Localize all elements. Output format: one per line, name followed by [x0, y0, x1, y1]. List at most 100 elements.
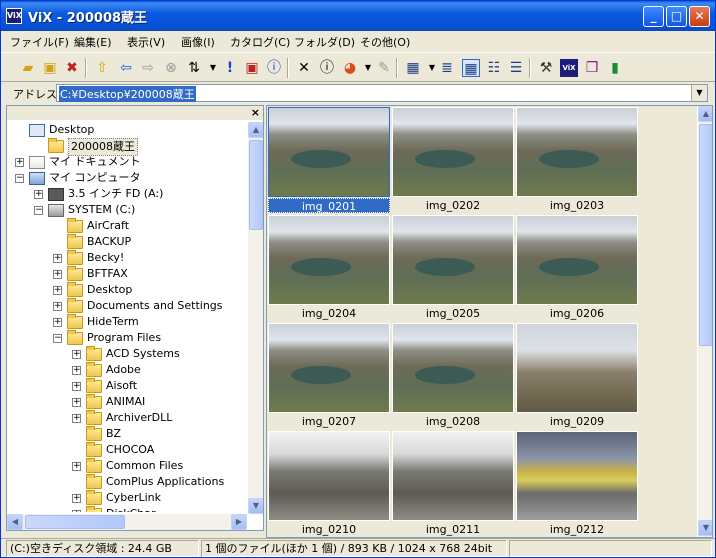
- delete-folder-icon[interactable]: ✖: [63, 59, 81, 77]
- stop-icon[interactable]: ⊗: [162, 59, 180, 77]
- close-button[interactable]: ✕: [689, 6, 710, 27]
- tree-item[interactable]: + ANIMAI: [7, 394, 247, 410]
- list-icon[interactable]: ≣: [438, 59, 456, 77]
- app-icon[interactable]: ViX: [6, 8, 22, 24]
- color-icon[interactable]: ◕: [341, 59, 359, 77]
- tree-item[interactable]: + Becky!: [7, 250, 247, 266]
- menu-other[interactable]: その他(O): [360, 34, 410, 50]
- new-folder-icon[interactable]: ▣: [41, 59, 59, 77]
- scroll-right-icon[interactable]: ▶: [231, 514, 247, 530]
- tree-item[interactable]: + マイ ドキュメント: [7, 154, 247, 170]
- tree-item[interactable]: + Documents and Settings: [7, 298, 247, 314]
- tree-vertical-scrollbar[interactable]: ▲ ▼: [247, 122, 263, 514]
- maximize-button[interactable]: □: [666, 6, 687, 27]
- tree-item[interactable]: ComPlus Applications: [7, 474, 247, 490]
- collapse-icon[interactable]: −: [15, 174, 24, 183]
- open-folder-icon[interactable]: ▰: [19, 59, 37, 77]
- thumbnail[interactable]: img_0210: [268, 431, 390, 537]
- address-dropdown-icon[interactable]: ▼: [691, 85, 707, 101]
- thumbnail[interactable]: img_0211: [392, 431, 514, 537]
- expand-icon[interactable]: +: [72, 350, 81, 359]
- tree-item[interactable]: + DiskChar: [7, 506, 247, 512]
- expand-icon[interactable]: +: [72, 414, 81, 423]
- vix-icon[interactable]: ViX: [560, 59, 578, 77]
- tree-item[interactable]: +3.5 インチ FD (A:): [7, 186, 247, 202]
- sort-dropdown-icon[interactable]: ▼: [204, 59, 222, 77]
- scroll-thumb[interactable]: [249, 140, 263, 230]
- tree-item[interactable]: + Common Files: [7, 458, 247, 474]
- thumbnail[interactable]: img_0201: [268, 107, 390, 213]
- tree-item[interactable]: − マイ コンピュータ: [7, 170, 247, 186]
- collapse-icon[interactable]: −: [53, 334, 62, 343]
- expand-icon[interactable]: +: [53, 302, 62, 311]
- expand-icon[interactable]: +: [34, 190, 43, 199]
- expand-icon[interactable]: +: [72, 462, 81, 471]
- thumbnail-vertical-scrollbar[interactable]: ▲ ▼: [697, 106, 712, 537]
- thumbnail-image[interactable]: [516, 107, 638, 197]
- sort-icon[interactable]: ⇅: [185, 59, 203, 77]
- address-field[interactable]: C:¥Desktop¥200008蔵王 ▼: [56, 84, 708, 102]
- tree-item[interactable]: − Program Files: [7, 330, 247, 346]
- tree-item[interactable]: BACKUP: [7, 234, 247, 250]
- back-arrow-icon[interactable]: ⇦: [117, 59, 135, 77]
- delete-icon[interactable]: ✕: [295, 59, 313, 77]
- menu-view[interactable]: 表示(V): [127, 34, 165, 50]
- expand-icon[interactable]: +: [72, 382, 81, 391]
- thumbnail-image[interactable]: [268, 215, 390, 305]
- tree-item[interactable]: + ACD Systems: [7, 346, 247, 362]
- thumbnail[interactable]: img_0202: [392, 107, 514, 213]
- menu-file[interactable]: ファイル(F): [10, 34, 69, 50]
- expand-icon[interactable]: +: [72, 494, 81, 503]
- thumbnail-image[interactable]: [392, 431, 514, 521]
- filmstrip-icon[interactable]: ☰: [507, 59, 525, 77]
- expand-icon[interactable]: +: [53, 318, 62, 327]
- large-thumbnails-icon[interactable]: ▦: [462, 59, 480, 77]
- thumbnail-image[interactable]: [516, 431, 638, 521]
- hammer-icon[interactable]: ⚒: [537, 59, 555, 77]
- tree-item[interactable]: − SYSTEM (C:): [7, 202, 247, 218]
- tree-item[interactable]: 200008蔵王: [7, 138, 247, 156]
- tool-icon[interactable]: ✎: [375, 59, 393, 77]
- scroll-thumb[interactable]: [25, 515, 125, 529]
- tree-item[interactable]: AirCraft: [7, 218, 247, 234]
- scroll-up-icon[interactable]: ▲: [698, 106, 712, 122]
- info-icon[interactable]: ⓘ: [265, 59, 283, 77]
- thumbnail[interactable]: img_0204: [268, 215, 390, 321]
- slideshow-icon[interactable]: ▣: [243, 59, 261, 77]
- scroll-left-icon[interactable]: ◀: [7, 514, 23, 530]
- menu-image[interactable]: 画像(I): [181, 34, 215, 50]
- minimize-button[interactable]: _: [643, 6, 664, 27]
- tree-item[interactable]: + Aisoft: [7, 378, 247, 394]
- forward-arrow-icon[interactable]: ⇨: [139, 59, 157, 77]
- tree-horizontal-scrollbar[interactable]: ◀ ▶: [7, 514, 247, 530]
- thumbnail-image[interactable]: [268, 107, 390, 197]
- tree-item[interactable]: + CyberLink: [7, 490, 247, 506]
- thumbnail-image[interactable]: [392, 107, 514, 197]
- scroll-down-icon[interactable]: ▼: [698, 520, 712, 536]
- thumbnail-image[interactable]: [268, 431, 390, 521]
- thumbnail-image[interactable]: [516, 215, 638, 305]
- expand-icon[interactable]: +: [53, 254, 62, 263]
- tree-item[interactable]: CHOCOA: [7, 442, 247, 458]
- tree-item[interactable]: + BFTFAX: [7, 266, 247, 282]
- properties-icon[interactable]: ⓘ: [318, 59, 336, 77]
- thumbnail[interactable]: img_0207: [268, 323, 390, 429]
- thumbnail-image[interactable]: [392, 323, 514, 413]
- menu-edit[interactable]: 編集(E): [74, 34, 112, 50]
- tree-item[interactable]: + ArchiverDLL: [7, 410, 247, 426]
- menu-catalog[interactable]: カタログ(C): [230, 34, 290, 50]
- tree-item[interactable]: BZ: [7, 426, 247, 442]
- expand-icon[interactable]: +: [15, 158, 24, 167]
- tree-item[interactable]: + Desktop: [7, 282, 247, 298]
- thumbnail-image[interactable]: [516, 323, 638, 413]
- scroll-thumb[interactable]: [699, 124, 712, 346]
- tree-item[interactable]: + HideTerm: [7, 314, 247, 330]
- tree-item[interactable]: + Adobe: [7, 362, 247, 378]
- thumbnail[interactable]: img_0203: [516, 107, 638, 213]
- exit-icon[interactable]: ▮: [606, 59, 624, 77]
- thumbnail[interactable]: img_0208: [392, 323, 514, 429]
- thumbnail[interactable]: img_0212: [516, 431, 638, 537]
- expand-icon[interactable]: +: [72, 510, 81, 512]
- view-mode-icon[interactable]: ▦: [404, 59, 422, 77]
- thumbnail-image[interactable]: [392, 215, 514, 305]
